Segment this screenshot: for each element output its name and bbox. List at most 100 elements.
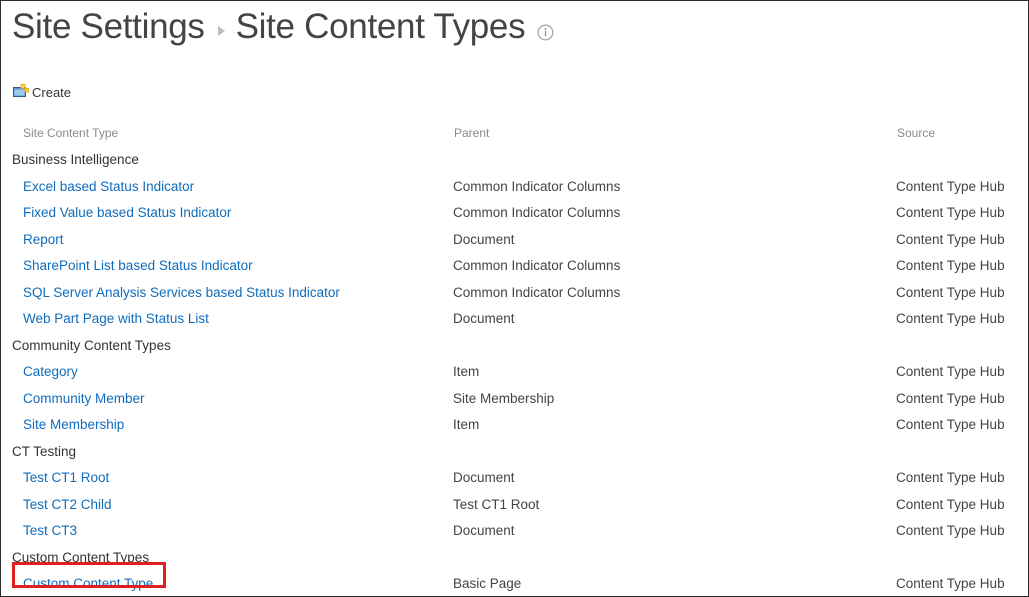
cell-site-content-type: SharePoint List based Status Indicator	[1, 257, 453, 275]
source-value: Content Type Hub	[896, 523, 1005, 539]
cell-source: Content Type Hub	[896, 390, 1028, 408]
site-content-types-page: Site Settings Site Content Types Create	[0, 0, 1029, 597]
new-item-icon	[13, 84, 29, 100]
table-row: Site Membership Item Content Type Hub	[1, 412, 1028, 439]
cell-site-content-type: CT Testing	[1, 443, 453, 461]
cell-source: Content Type Hub	[896, 231, 1028, 249]
content-type-link[interactable]: Web Part Page with Status List	[1, 311, 209, 326]
column-header-parent[interactable]: Parent	[453, 124, 896, 142]
cell-source: Content Type Hub	[896, 575, 1028, 593]
table-row: Excel based Status Indicator Common Indic…	[1, 174, 1028, 201]
table-row: Category Item Content Type Hub	[1, 359, 1028, 386]
source-value: Content Type Hub	[896, 576, 1005, 592]
cell-parent: Document	[453, 522, 896, 540]
page-title: Site Content Types	[235, 7, 526, 46]
cell-parent: Document	[453, 310, 896, 328]
cell-site-content-type: Business Intelligence	[1, 151, 453, 169]
cell-site-content-type: Report	[1, 231, 453, 249]
content-type-group-label: Business Intelligence	[12, 152, 139, 168]
table-row: SQL Server Analysis Services based Statu…	[1, 280, 1028, 307]
content-type-link[interactable]: SharePoint List based Status Indicator	[1, 258, 253, 273]
cell-site-content-type: Fixed Value based Status Indicator	[1, 204, 453, 222]
cell-parent: Site Membership	[453, 390, 896, 408]
content-type-link[interactable]: Test CT3	[1, 523, 77, 538]
parent-value: Common Indicator Columns	[453, 284, 621, 300]
content-type-link[interactable]: Test CT1 Root	[1, 470, 109, 485]
content-type-link[interactable]: Excel based Status Indicator	[1, 179, 194, 194]
parent-value: Common Indicator Columns	[453, 178, 621, 194]
cell-site-content-type: Community Member	[1, 390, 453, 408]
cell-site-content-type: Test CT2 Child	[1, 496, 453, 514]
table-row: Test CT3 Document Content Type Hub	[1, 518, 1028, 545]
content-type-group-label: Community Content Types	[12, 337, 171, 353]
content-type-link[interactable]: Community Member	[1, 391, 145, 406]
info-icon[interactable]	[537, 24, 554, 41]
parent-value: Test CT1 Root	[453, 496, 540, 512]
cell-source: Content Type Hub	[896, 284, 1028, 302]
column-header-source[interactable]: Source	[896, 124, 1028, 142]
cell-site-content-type: Custom Content Type	[1, 575, 453, 593]
parent-value: Common Indicator Columns	[453, 205, 621, 221]
parent-value: Document	[453, 311, 515, 327]
content-type-link[interactable]: SQL Server Analysis Services based Statu…	[1, 285, 340, 300]
source-value: Content Type Hub	[896, 390, 1005, 406]
parent-value: Common Indicator Columns	[453, 258, 621, 274]
table-row: Test CT1 Root Document Content Type Hub	[1, 465, 1028, 492]
content-type-link[interactable]: Fixed Value based Status Indicator	[1, 205, 231, 220]
column-header-site-content-type[interactable]: Site Content Type	[1, 124, 453, 142]
cell-parent: Document	[453, 231, 896, 249]
cell-parent: Common Indicator Columns	[453, 257, 896, 275]
cell-site-content-type: SQL Server Analysis Services based Statu…	[1, 284, 453, 302]
content-type-link[interactable]: Custom Content Type	[1, 576, 153, 591]
cell-source: Content Type Hub	[896, 257, 1028, 275]
cell-parent: Common Indicator Columns	[453, 204, 896, 222]
source-value: Content Type Hub	[896, 470, 1005, 486]
table-row: Test CT2 Child Test CT1 Root Content Type …	[1, 492, 1028, 519]
table-row: Community Member Site Membership Content T…	[1, 386, 1028, 413]
content-types-table: Site Content Type Parent Source Business…	[1, 119, 1028, 596]
cell-source: Content Type Hub	[896, 522, 1028, 540]
cell-site-content-type: Test CT3	[1, 522, 453, 540]
parent-value: Site Membership	[453, 390, 555, 406]
source-value: Content Type Hub	[896, 258, 1005, 274]
cell-source: Content Type Hub	[896, 178, 1028, 196]
table-row: Custom Content Type Basic Page Content Typ…	[1, 571, 1028, 596]
parent-value: Item	[453, 417, 480, 433]
cell-source: Content Type Hub	[896, 469, 1028, 487]
cell-parent: Common Indicator Columns	[453, 178, 896, 196]
cell-source: Content Type Hub	[896, 204, 1028, 222]
content-type-link[interactable]: Report	[1, 232, 64, 247]
table-row: SharePoint List based Status Indicator Co…	[1, 253, 1028, 280]
breadcrumb: Site Settings Site Content Types	[12, 3, 554, 51]
source-value: Content Type Hub	[896, 417, 1005, 433]
cell-parent: Basic Page	[453, 575, 896, 593]
create-button-label: Create	[32, 84, 72, 100]
parent-value: Item	[453, 364, 480, 380]
content-type-link[interactable]: Test CT2 Child	[1, 497, 112, 512]
cell-parent: Document	[453, 469, 896, 487]
table-group-row: Business Intelligence	[1, 147, 1028, 174]
table-row: Report Document Content Type Hub	[1, 227, 1028, 254]
source-value: Content Type Hub	[896, 284, 1005, 300]
create-button[interactable]: Create	[13, 82, 71, 102]
content-type-group-label: Custom Content Types	[12, 549, 150, 565]
cell-site-content-type: Web Part Page with Status List	[1, 310, 453, 328]
cell-parent: Item	[453, 416, 896, 434]
parent-value: Document	[453, 470, 515, 486]
table-group-row: CT Testing	[1, 439, 1028, 466]
table-header-row: Site Content Type Parent Source	[1, 119, 1028, 147]
chevron-right-icon	[217, 26, 225, 36]
cell-source: Content Type Hub	[896, 310, 1028, 328]
table-row: Web Part Page with Status List Document Co…	[1, 306, 1028, 333]
content-type-link[interactable]: Site Membership	[1, 417, 124, 432]
table-group-row: Custom Content Types	[1, 545, 1028, 572]
cell-source: Content Type Hub	[896, 496, 1028, 514]
source-value: Content Type Hub	[896, 178, 1005, 194]
breadcrumb-site-settings[interactable]: Site Settings	[12, 7, 205, 47]
cell-source: Content Type Hub	[896, 363, 1028, 381]
source-value: Content Type Hub	[896, 311, 1005, 327]
cell-site-content-type: Category	[1, 363, 453, 381]
content-type-link[interactable]: Category	[1, 364, 78, 379]
content-type-group-label: CT Testing	[12, 443, 77, 459]
cell-site-content-type: Community Content Types	[1, 337, 453, 355]
